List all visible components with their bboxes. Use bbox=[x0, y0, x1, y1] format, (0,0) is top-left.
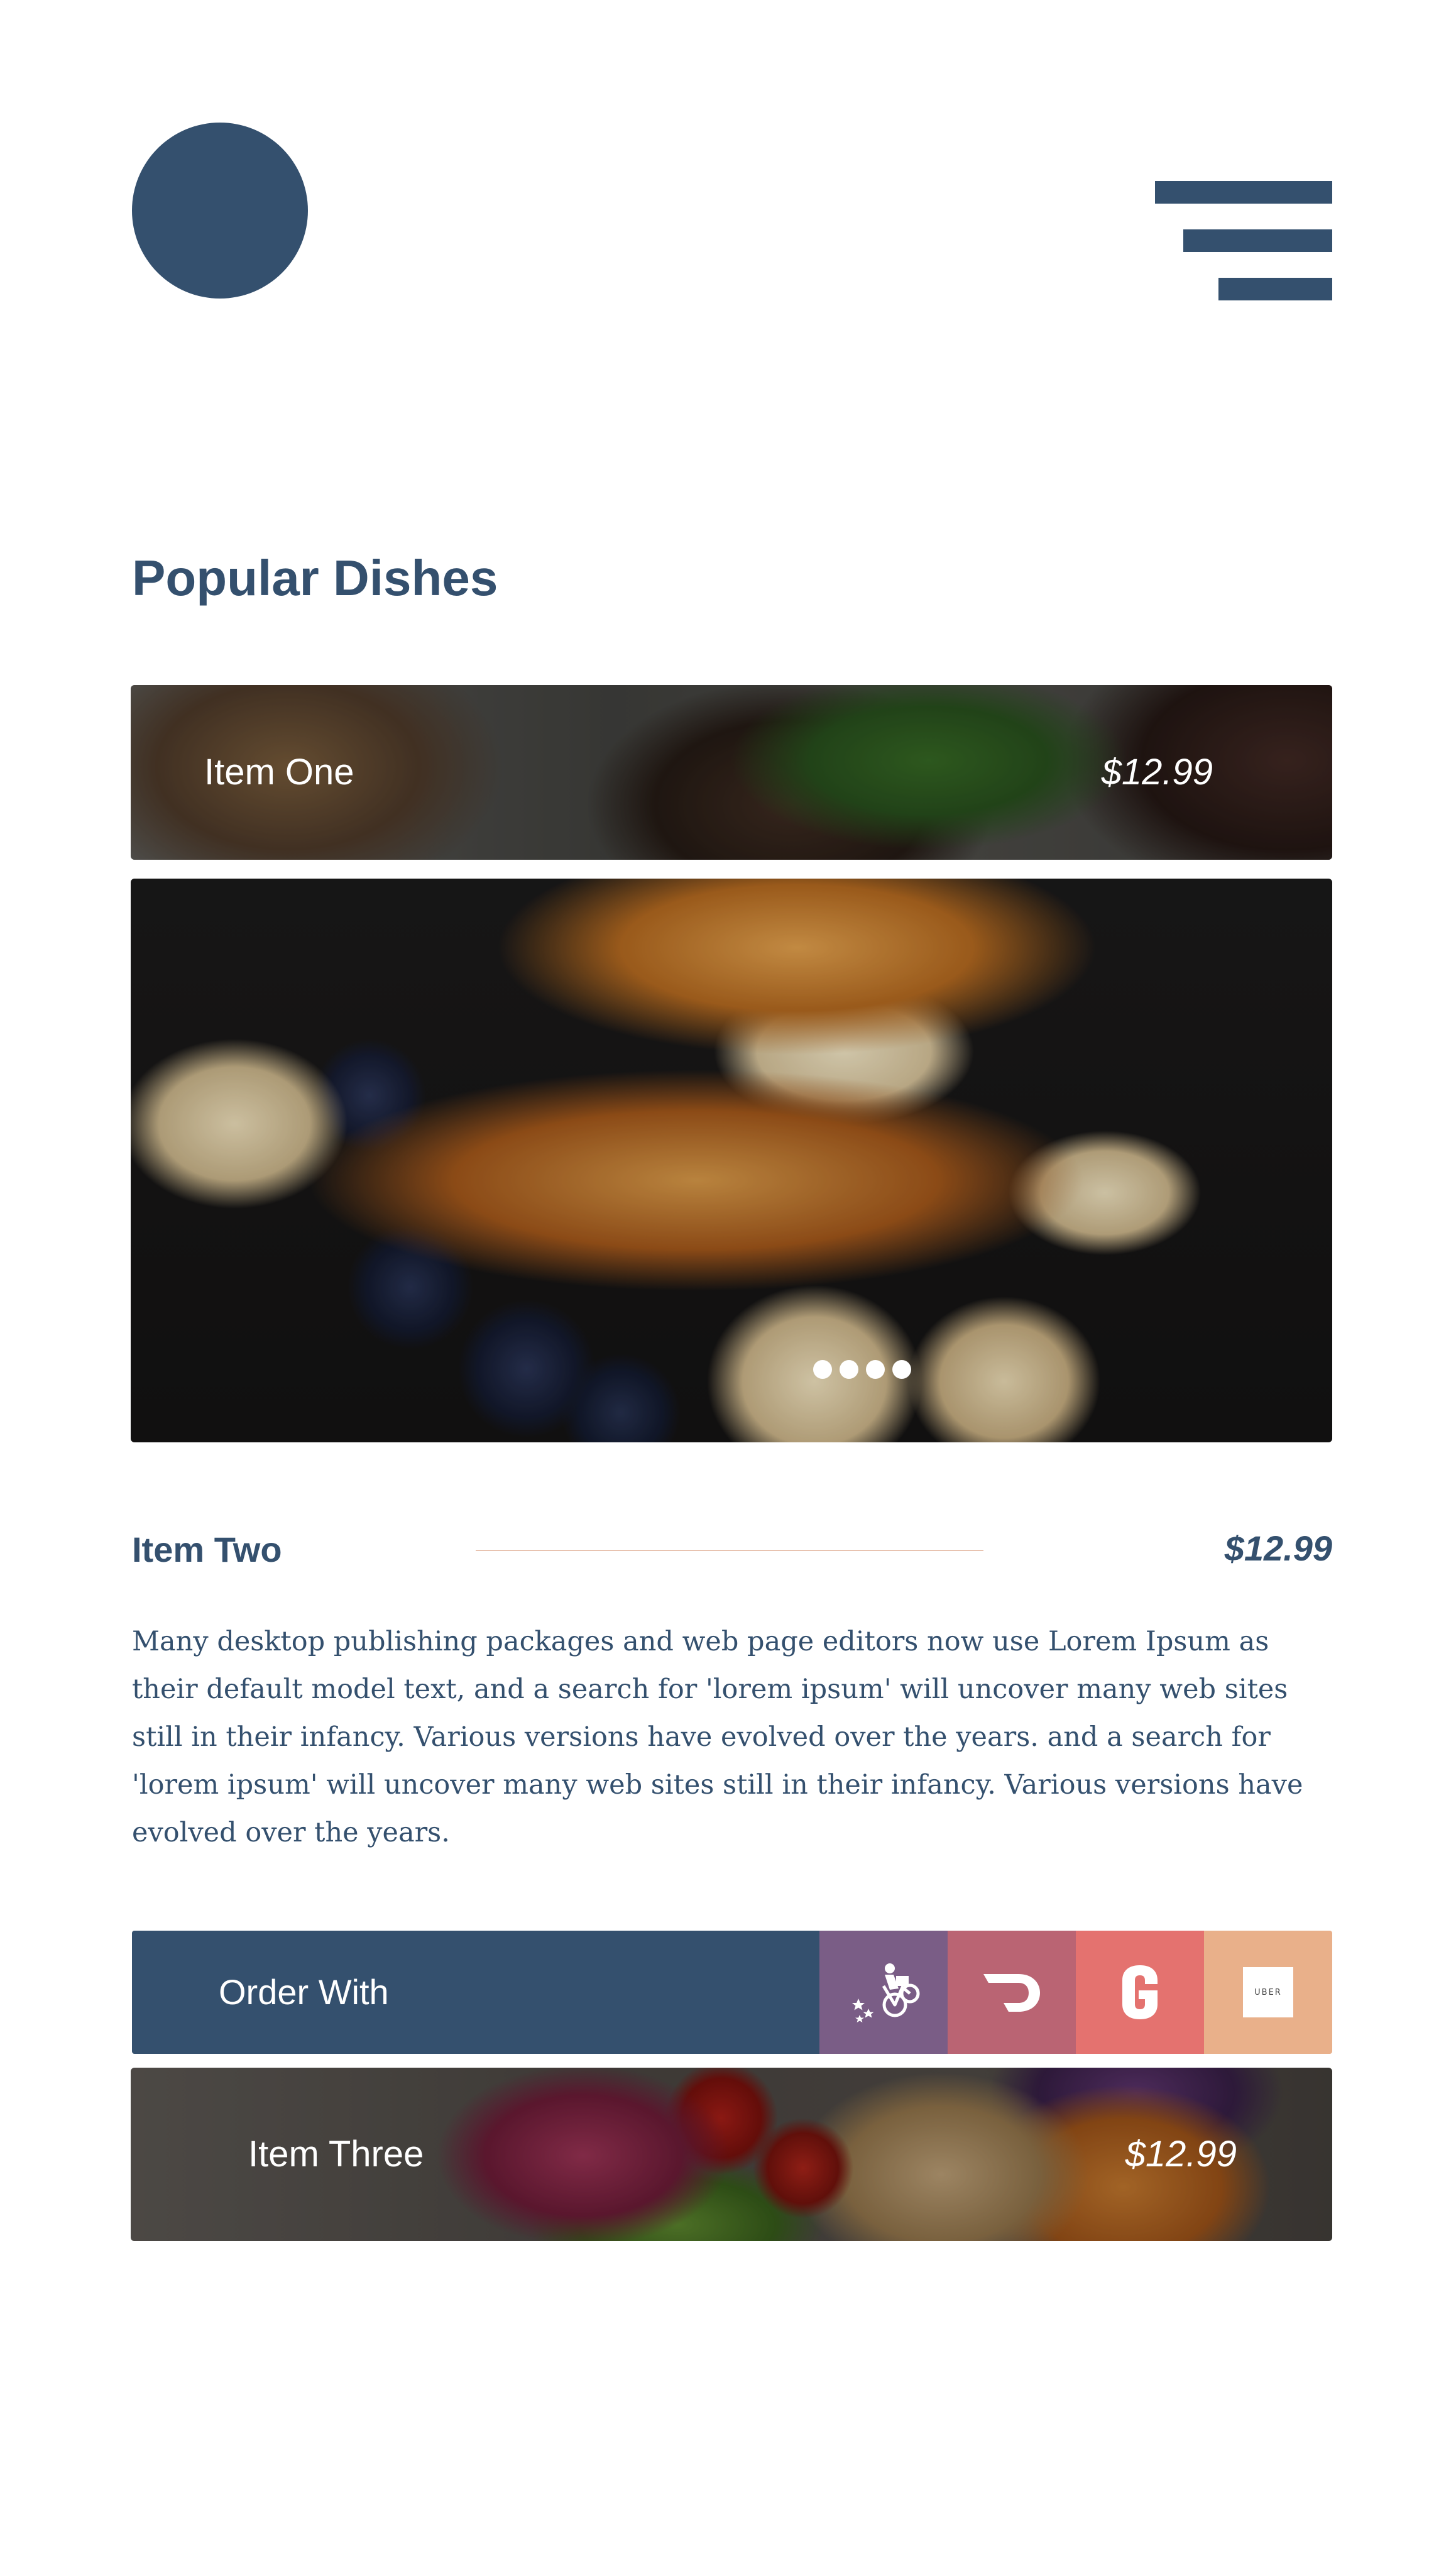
item-description: Many desktop publishing packages and web… bbox=[132, 1626, 1303, 1848]
carousel-dot[interactable] bbox=[813, 1360, 832, 1379]
carousel-dots bbox=[813, 1360, 911, 1379]
menu-bar-top bbox=[1155, 181, 1332, 204]
section-title: Popular Dishes bbox=[132, 550, 498, 606]
grubhub-button[interactable] bbox=[1076, 1931, 1204, 2054]
postmates-icon bbox=[852, 1963, 920, 2022]
order-with-bar: Order With UBER bbox=[132, 1931, 1332, 2054]
order-label: Order With bbox=[219, 1972, 389, 2012]
grubhub-icon bbox=[1122, 1965, 1158, 2019]
item-price: $12.99 bbox=[1125, 2134, 1237, 2175]
item-card-one[interactable]: Item One $12.99 bbox=[131, 685, 1332, 860]
carousel-dot[interactable] bbox=[866, 1360, 885, 1379]
menu-bar-middle bbox=[1183, 229, 1332, 252]
postmates-button[interactable] bbox=[819, 1931, 948, 2054]
item-name: Item Three bbox=[248, 2134, 424, 2175]
carousel-dot[interactable] bbox=[840, 1360, 858, 1379]
item-price: $12.99 bbox=[1101, 752, 1213, 793]
featured-dish-image bbox=[131, 879, 1332, 1442]
uber-eats-button[interactable]: UBER bbox=[1204, 1931, 1332, 2054]
uber-eats-icon: UBER bbox=[1243, 1967, 1293, 2017]
item-two-price: $12.99 bbox=[1224, 1528, 1332, 1568]
item-two-name: Item Two bbox=[132, 1530, 282, 1569]
item-name: Item One bbox=[204, 752, 354, 793]
doordash-button[interactable] bbox=[948, 1931, 1076, 2054]
order-label-box: Order With bbox=[132, 1931, 819, 2054]
menu-bar-bottom bbox=[1218, 278, 1332, 300]
hamburger-menu-icon[interactable] bbox=[1155, 181, 1332, 300]
logo[interactable] bbox=[132, 123, 308, 299]
divider-line bbox=[476, 1550, 983, 1551]
doordash-icon bbox=[983, 1974, 1040, 2012]
item-card-three[interactable]: Item Three $12.99 bbox=[131, 2068, 1332, 2241]
carousel-dot[interactable] bbox=[892, 1360, 911, 1379]
